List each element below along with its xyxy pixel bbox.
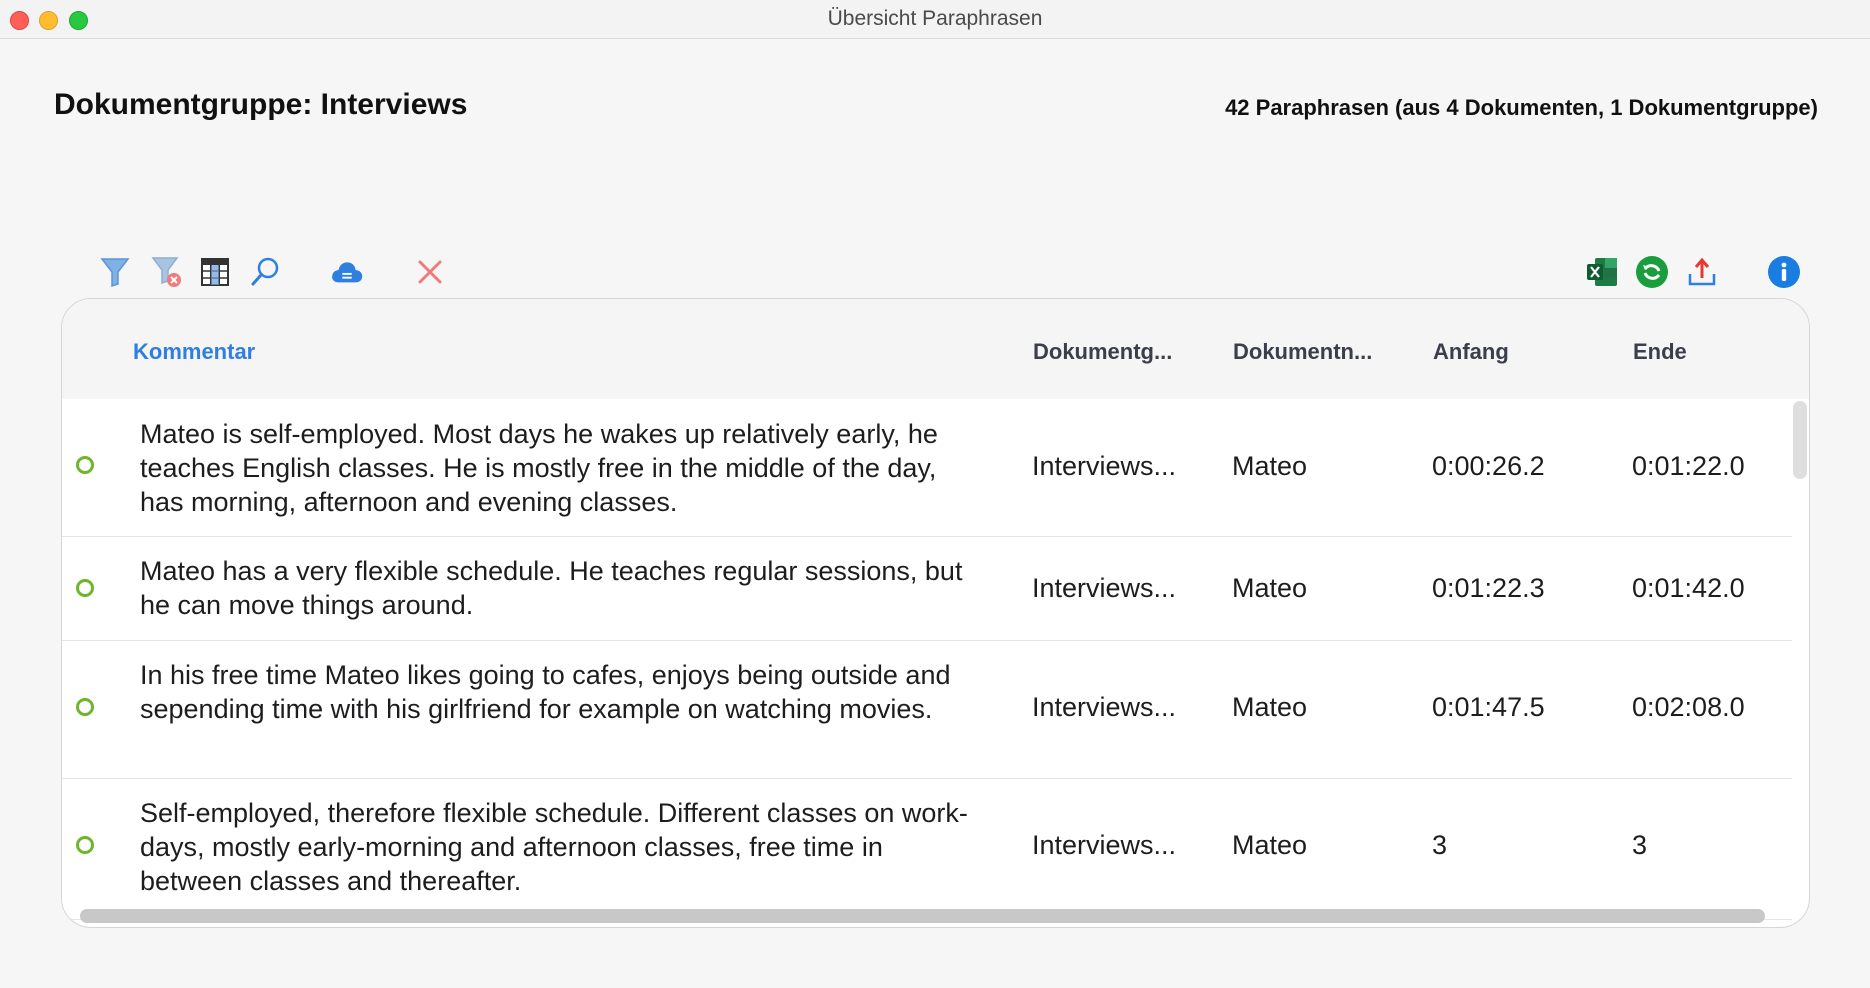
paraphrase-table: Kommentar Dokumentg... Dokumentn... Anfa…	[61, 298, 1810, 928]
status-ring-icon	[76, 698, 94, 716]
comment-cell: Mateo is self-employed. Most days he wak…	[140, 419, 938, 517]
document-group-cell: Interviews...	[1032, 573, 1177, 603]
share-export-icon[interactable]	[1685, 255, 1719, 289]
table-row[interactable]: Mateo has a very flexible schedule. He t…	[62, 537, 1792, 641]
document-name-cell: Mateo	[1232, 692, 1308, 722]
start-cell: 0:00:26.2	[1432, 451, 1545, 481]
end-cell: 0:01:42.0	[1632, 573, 1745, 603]
document-group-cell: Interviews...	[1032, 692, 1177, 722]
column-header-document-name[interactable]: Dokumentn...	[1233, 339, 1372, 365]
document-group-cell: Interviews...	[1032, 451, 1177, 481]
column-header-document-group[interactable]: Dokumentg...	[1033, 339, 1172, 365]
document-name-cell: Mateo	[1232, 573, 1308, 603]
excel-export-icon[interactable]	[1585, 255, 1619, 289]
column-header-start[interactable]: Anfang	[1433, 339, 1509, 365]
cloud-icon[interactable]	[330, 255, 364, 289]
comment-cell: Mateo has a very flexible schedule. He t…	[140, 556, 963, 620]
table-row[interactable]: Self-employed, therefore flexible schedu…	[62, 779, 1792, 920]
filter-icon[interactable]	[98, 255, 132, 289]
document-name-cell: Mateo	[1232, 830, 1308, 860]
table-header: Kommentar Dokumentg... Dokumentn... Anfa…	[62, 299, 1809, 399]
column-header-kommentar[interactable]: Kommentar	[133, 339, 255, 365]
paraphrase-overview-window: Übersicht Paraphrasen Dokumentgruppe: In…	[0, 0, 1870, 988]
refresh-icon[interactable]	[1635, 255, 1669, 289]
status-ring-icon	[76, 579, 94, 597]
window-title: Übersicht Paraphrasen	[827, 7, 1043, 30]
vertical-scrollbar[interactable]	[1793, 401, 1807, 479]
horizontal-scrollbar[interactable]	[80, 909, 1765, 923]
start-cell: 3	[1432, 830, 1448, 860]
columns-icon[interactable]	[198, 255, 232, 289]
end-cell: 3	[1632, 830, 1648, 860]
document-name-cell: Mateo	[1232, 451, 1308, 481]
end-cell: 0:01:22.0	[1632, 451, 1745, 481]
delete-icon[interactable]	[413, 255, 447, 289]
table-row[interactable]: In his free time Mateo likes going to ca…	[62, 641, 1792, 779]
clear-filter-icon[interactable]	[150, 255, 184, 289]
paraphrase-count-summary: 42 Paraphrasen (aus 4 Dokumenten, 1 Doku…	[1225, 95, 1818, 120]
start-cell: 0:01:22.3	[1432, 573, 1545, 603]
info-icon[interactable]	[1767, 255, 1801, 289]
comment-cell: In his free time Mateo likes going to ca…	[140, 660, 951, 724]
page-title: Dokumentgruppe: Interviews	[54, 88, 468, 121]
comment-cell: Self-employed, therefore flexible schedu…	[140, 798, 968, 896]
end-cell: 0:02:08.0	[1632, 692, 1745, 722]
table-row[interactable]: Mateo is self-employed. Most days he wak…	[62, 399, 1792, 537]
status-ring-icon	[76, 836, 94, 854]
start-cell: 0:01:47.5	[1432, 692, 1545, 722]
column-header-end[interactable]: Ende	[1633, 339, 1687, 365]
document-group-cell: Interviews...	[1032, 830, 1177, 860]
search-icon[interactable]	[248, 255, 282, 289]
title-bar: Übersicht Paraphrasen	[0, 0, 1870, 39]
status-ring-icon	[76, 456, 94, 474]
